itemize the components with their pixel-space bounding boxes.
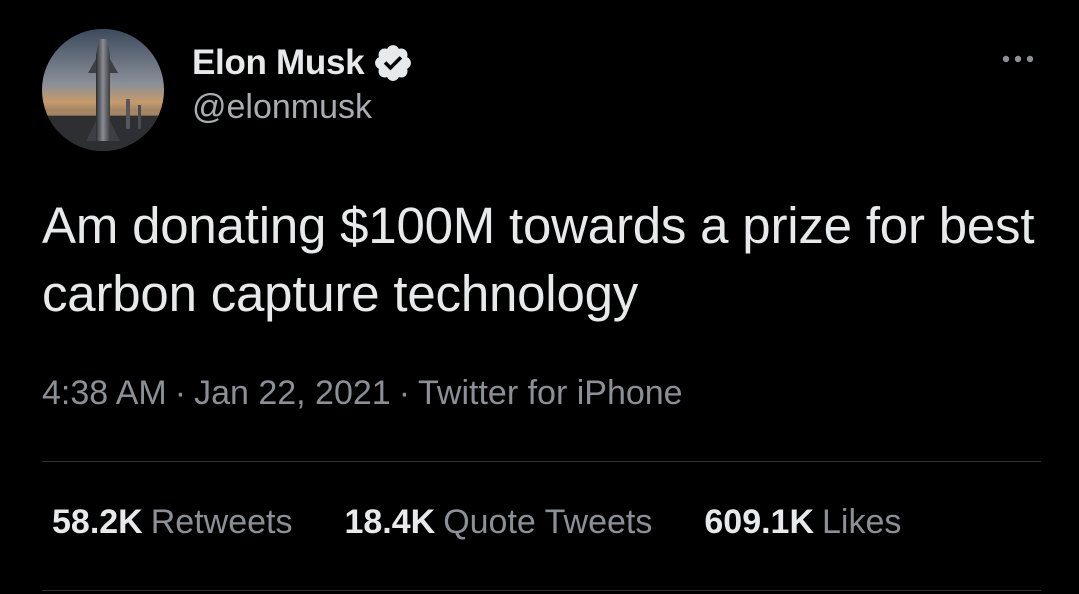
tweet-date[interactable]: Jan 22, 2021 [194,374,391,413]
meta-separator: · [398,374,411,412]
tweet-meta: 4:38 AM · Jan 22, 2021 · Twitter for iPhone [42,374,683,413]
verified-badge-icon [372,42,414,84]
quote-tweets-stat[interactable]: 18.4K Quote Tweets [344,503,652,542]
retweets-stat[interactable]: 58.2K Retweets [52,503,292,542]
divider [42,461,1041,462]
author-name-row[interactable]: Elon Musk [192,40,414,86]
avatar[interactable] [42,29,164,151]
tweet-time[interactable]: 4:38 AM [42,374,167,413]
likes-label: Likes [822,503,902,541]
tweet-source[interactable]: Twitter for iPhone [418,374,683,413]
author-handle[interactable]: @elonmusk [192,88,372,127]
more-options-icon[interactable] [999,44,1037,74]
likes-stat[interactable]: 609.1K Likes [704,503,901,542]
quote-tweets-label: Quote Tweets [443,503,653,541]
tweet-card: Elon Musk @elonmusk Am donating $100M to… [0,0,1079,594]
divider [42,590,1041,591]
engagement-stats: 58.2K Retweets 18.4K Quote Tweets 609.1K Li… [52,503,953,542]
starship-avatar-icon [42,29,164,151]
tweet-text: Am donating $100M towards a prize for be… [42,197,1035,322]
likes-count: 609.1K [704,503,815,541]
meta-separator: · [174,374,187,412]
retweets-count: 58.2K [52,503,143,541]
author-display-name[interactable]: Elon Musk [192,43,365,83]
quote-tweets-count: 18.4K [344,503,436,541]
retweets-label: Retweets [150,503,293,541]
